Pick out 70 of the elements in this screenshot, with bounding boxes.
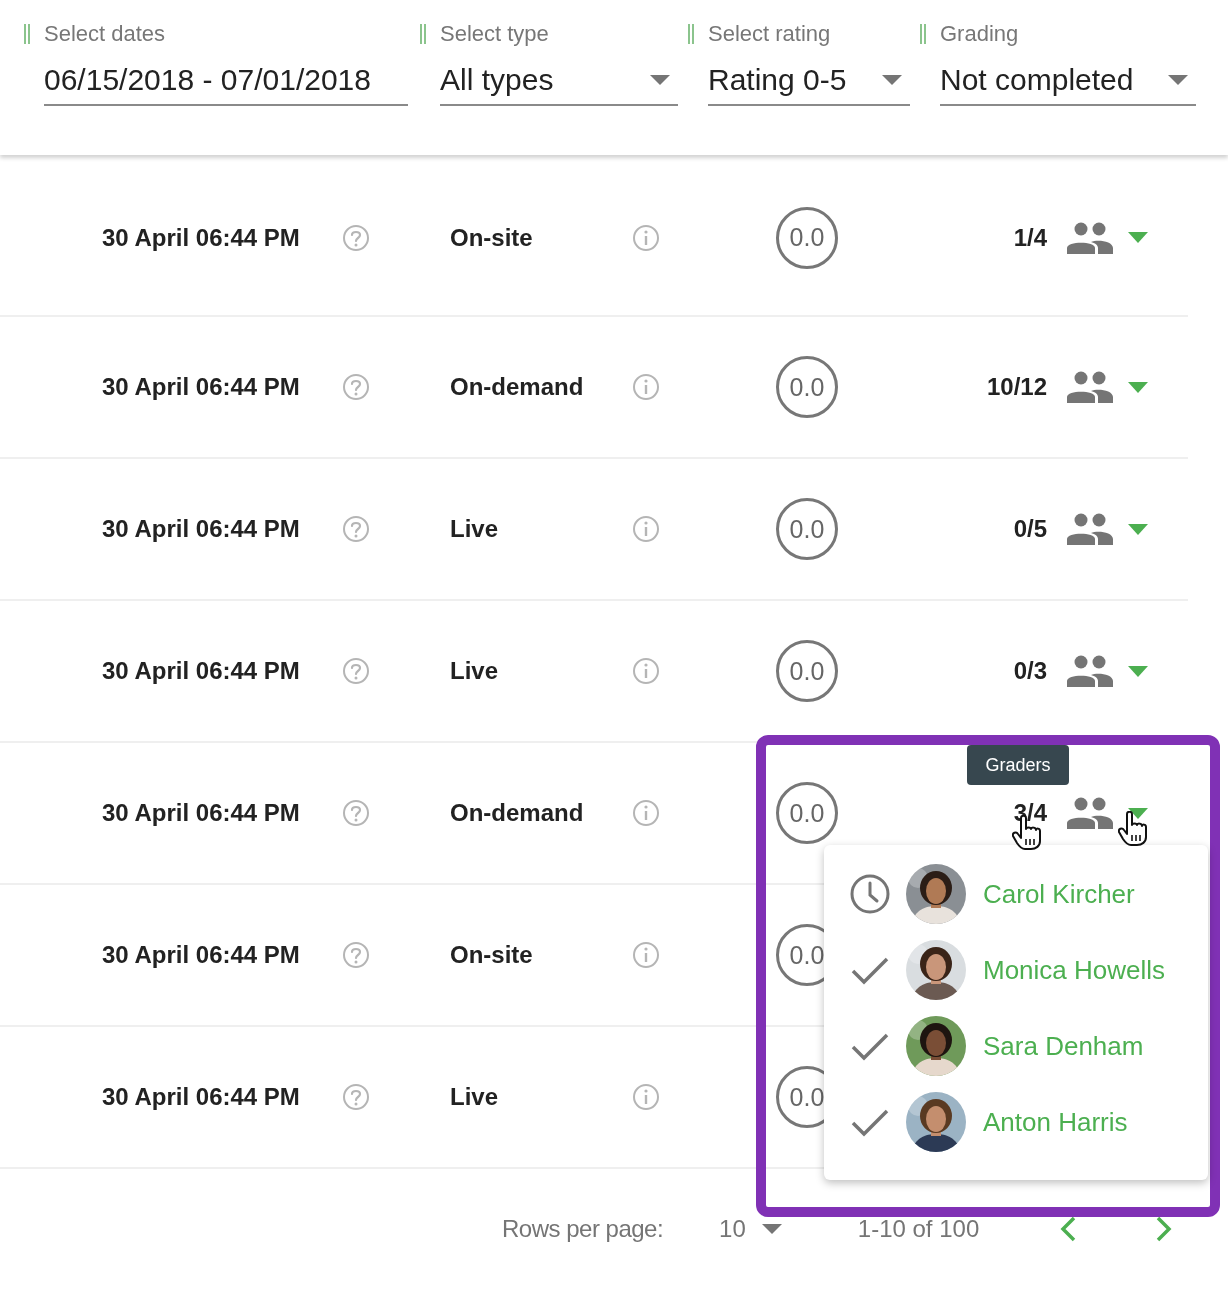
session-type: Live: [450, 1083, 500, 1111]
grader-name[interactable]: Carol Kircher: [983, 878, 1135, 910]
select-field[interactable]: Rating 0-5: [708, 56, 910, 106]
date-text: 30 April 06:44 PM: [102, 941, 301, 969]
graders-count: 0/5: [1013, 515, 1047, 543]
rating-circle: 0.0: [776, 782, 838, 844]
info-icon[interactable]: [632, 373, 660, 401]
date-text: 30 April 06:44 PM: [102, 373, 301, 401]
caret-icon: [650, 75, 670, 85]
people-icon[interactable]: [1067, 221, 1113, 254]
date-text: 30 April 06:44 PM: [102, 515, 301, 543]
info-icon[interactable]: [632, 799, 660, 827]
caret-icon: [882, 75, 902, 85]
graders-count: 10/12: [986, 373, 1047, 401]
help-icon[interactable]: [342, 657, 370, 685]
clock-icon: [850, 874, 890, 914]
people-icon[interactable]: [1067, 655, 1113, 687]
session-type: On-demand: [450, 373, 585, 401]
session-type: On-site: [450, 941, 534, 969]
next-page-icon[interactable]: [1156, 1216, 1172, 1242]
session-type: On-site: [450, 223, 534, 252]
date-text: 30 April 06:44 PM: [102, 657, 301, 685]
info-icon[interactable]: [632, 223, 660, 252]
grader-name[interactable]: Monica Howells: [983, 954, 1166, 986]
tooltip: Graders: [967, 745, 1069, 785]
rows-per-page-label: Rows per page:: [502, 1215, 664, 1243]
grader-name[interactable]: Anton Harris: [983, 1106, 1128, 1138]
expand-caret-icon[interactable]: [1128, 807, 1148, 819]
people-icon[interactable]: [1067, 513, 1113, 545]
drag-bar-icon: [24, 24, 30, 44]
graders-count: 1/4: [1013, 223, 1047, 252]
rating-circle: 0.0: [776, 206, 838, 269]
session-type: Live: [450, 515, 500, 543]
session-type: Live: [450, 657, 500, 685]
caret-icon: [761, 1224, 782, 1234]
graders-count: 0/3: [1013, 657, 1047, 685]
help-icon[interactable]: [342, 799, 370, 827]
drag-bar-icon: [920, 24, 926, 44]
rating-circle: 0.0: [776, 356, 838, 418]
filter-label: Select dates: [44, 21, 166, 47]
select-field[interactable]: Not completed: [940, 56, 1196, 106]
drag-bar-icon: [420, 24, 426, 44]
rating-circle: 0.0: [776, 498, 838, 560]
select-field[interactable]: All types: [440, 56, 678, 106]
info-icon[interactable]: [632, 657, 660, 685]
rating-circle: 0.0: [776, 640, 838, 702]
input-field[interactable]: 06/15/2018 - 07/01/2018: [44, 56, 408, 106]
info-icon[interactable]: [632, 1083, 660, 1111]
people-icon[interactable]: [1067, 371, 1113, 403]
filter-label: Select rating: [708, 21, 831, 47]
people-icon[interactable]: [1067, 797, 1113, 829]
date-text: 30 April 06:44 PM: [102, 799, 301, 827]
help-icon[interactable]: [342, 223, 370, 252]
drag-bar-icon: [688, 24, 694, 44]
session-type: On-demand: [450, 799, 585, 827]
help-icon[interactable]: [342, 373, 370, 401]
help-icon[interactable]: [342, 941, 370, 969]
filter-label: Select type: [440, 21, 549, 47]
rows-per-page-select[interactable]: 10: [719, 1215, 782, 1243]
help-icon[interactable]: [342, 1083, 370, 1111]
date-text: 30 April 06:44 PM: [102, 223, 301, 252]
page-range: 1-10 of 100: [857, 1215, 980, 1243]
info-icon[interactable]: [632, 515, 660, 543]
caret-icon: [1168, 75, 1188, 85]
filter-label: Grading: [940, 21, 1019, 47]
grader-name[interactable]: Sara Denham: [983, 1030, 1144, 1062]
previous-page-icon[interactable]: [1060, 1216, 1076, 1242]
help-icon[interactable]: [342, 515, 370, 543]
info-icon[interactable]: [632, 941, 660, 969]
date-text: 30 April 06:44 PM: [102, 1083, 301, 1111]
